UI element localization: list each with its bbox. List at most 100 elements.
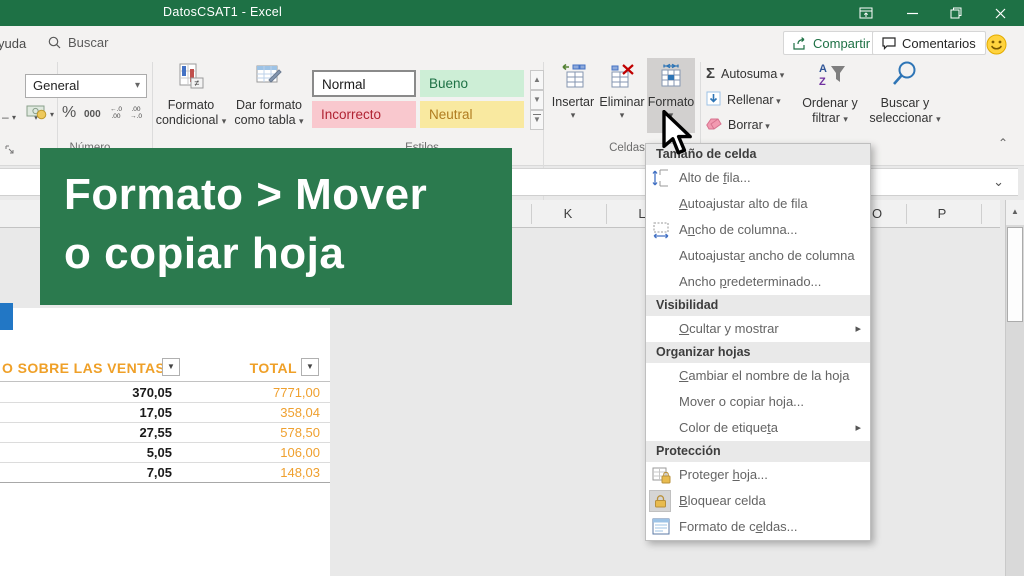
menu-section-header: Visibilidad (646, 295, 870, 316)
scrollbar-thumb[interactable] (1007, 227, 1023, 322)
number-format-value: General (33, 78, 79, 93)
collapse-ribbon-icon[interactable]: ⌃ (998, 136, 1008, 150)
menu-item-autoajustar-ancho[interactable]: Autoajustar ancho de columna (646, 243, 870, 269)
table-row[interactable]: 27,55 578,50 (0, 423, 330, 443)
menu-item-cambiar-nombre-hoja[interactable]: Cambiar el nombre de la hoja (646, 363, 870, 389)
cell-total[interactable]: 578,50 (228, 423, 320, 443)
cell-ventas[interactable]: 17,05 (60, 403, 172, 423)
conditional-formatting-button[interactable]: ≠ Formato condicional (152, 60, 230, 138)
clear-button[interactable]: Borrar (706, 117, 770, 133)
decrease-decimal-icon[interactable]: .00→.0 (126, 106, 146, 120)
comment-icon (882, 37, 896, 50)
minimize-button[interactable] (895, 0, 929, 26)
search-box[interactable]: Buscar (48, 35, 108, 50)
delete-cells-button[interactable]: Eliminar ▾ (598, 58, 646, 133)
ribbon-display-options-icon[interactable] (849, 0, 883, 26)
group-label-celdas: Celdas (605, 142, 649, 154)
svg-text:Z: Z (819, 76, 826, 88)
vertical-scrollbar[interactable]: ▲ (1005, 200, 1024, 576)
find-label-1: Buscar y (881, 96, 930, 110)
format-label: Formato (648, 95, 695, 109)
tab-ayuda-partial[interactable]: yuda (0, 36, 26, 51)
window-title: DatosCSAT1 - Excel (163, 5, 282, 19)
menu-item-mover-o-copiar-hoja[interactable]: Mover o copiar hoja... (646, 389, 870, 415)
find-select-button[interactable]: Buscar y seleccionar (866, 58, 944, 136)
comments-label: Comentarios (902, 36, 976, 51)
menu-item-proteger-hoja[interactable]: Proteger hoja... (646, 462, 870, 488)
caret-icon[interactable]: ▾ (50, 110, 54, 119)
restore-button[interactable] (939, 0, 973, 26)
fill-down-icon (706, 91, 721, 109)
cell-ventas[interactable]: 5,05 (60, 443, 172, 463)
menu-item-ancho-predeterminado[interactable]: Ancho predeterminado... (646, 269, 870, 295)
column-header-k[interactable]: K (559, 206, 577, 221)
table-row[interactable]: 7,05 148,03 (0, 463, 330, 483)
magnifier-icon (866, 60, 944, 92)
banner-line-1: Formato > Mover (64, 170, 427, 219)
share-button[interactable]: Compartir (783, 31, 880, 55)
increase-decimal-icon[interactable]: ←.0.00 (106, 106, 126, 120)
fill-button[interactable]: Rellenar (706, 91, 781, 109)
menu-item-color-de-etiqueta[interactable]: Color de etiqueta (646, 415, 870, 441)
filter-dropdown-icon[interactable]: ▼ (162, 358, 180, 376)
eraser-icon (706, 117, 722, 133)
number-dialog-launcher-icon[interactable] (5, 142, 15, 160)
cell-total[interactable]: 7771,00 (228, 383, 320, 403)
format-dropdown-menu: Tamaño de celda Alto de fila... Autoajus… (645, 143, 871, 541)
svg-text:A: A (819, 63, 827, 75)
cell-ventas[interactable]: 370,05 (60, 383, 172, 403)
style-chip-neutral[interactable]: Neutral (420, 101, 524, 128)
close-button[interactable] (983, 0, 1017, 26)
table-header-ventas[interactable]: O SOBRE LAS VENTAS (2, 360, 165, 376)
styles-more-icon[interactable]: ▼ (530, 110, 544, 130)
table-row[interactable]: 17,05 358,04 (0, 403, 330, 423)
caret-icon: ▾ (549, 110, 597, 121)
mouse-cursor (661, 110, 695, 163)
style-chip-normal[interactable]: Normal (312, 70, 416, 97)
scroll-up-icon[interactable]: ▲ (1006, 200, 1024, 225)
sort-label-1: Ordenar y (802, 96, 858, 110)
lock-cell-icon (649, 490, 671, 512)
menu-item-ancho-de-columna[interactable]: Ancho de columna... (646, 217, 870, 243)
filter-dropdown-icon[interactable]: ▼ (301, 358, 319, 376)
column-header-p[interactable]: P (933, 206, 951, 221)
sort-filter-button[interactable]: AZ Ordenar y filtrar (791, 58, 869, 136)
merge-center-fragment[interactable]: – (2, 110, 9, 124)
menu-item-alto-de-fila[interactable]: Alto de fila... (646, 165, 870, 191)
styles-scroll-down-icon[interactable]: ▼ (530, 90, 544, 110)
comma-style-icon[interactable]: 000 (84, 109, 101, 120)
fill-label: Rellenar (727, 93, 781, 107)
blue-chart-fragment (0, 303, 13, 330)
cell-total[interactable]: 358,04 (228, 403, 320, 423)
tutorial-banner: Formato > Mover o copiar hoja (40, 148, 512, 305)
menu-item-autoajustar-alto[interactable]: Autoajustar alto de fila (646, 191, 870, 217)
format-table-label-1: Dar formato (236, 98, 302, 112)
table-header-total[interactable]: TOTAL (217, 360, 297, 376)
format-cells-dialog-icon (651, 517, 671, 546)
comments-button[interactable]: Comentarios (872, 31, 986, 55)
cell-total[interactable]: 148,03 (228, 463, 320, 483)
cell-ventas[interactable]: 27,55 (60, 423, 172, 443)
table-row[interactable]: 5,05 106,00 (0, 443, 330, 463)
autosum-button[interactable]: Σ Autosuma (706, 65, 784, 82)
delete-label: Eliminar (599, 95, 644, 109)
column-divider (531, 204, 532, 224)
cell-ventas[interactable]: 7,05 (60, 463, 172, 483)
number-format-select[interactable]: General (25, 74, 147, 98)
cell-total[interactable]: 106,00 (228, 443, 320, 463)
insert-cells-icon (549, 63, 597, 92)
insert-cells-button[interactable]: Insertar ▾ (549, 58, 597, 133)
menu-item-formato-de-celdas[interactable]: Formato de celdas... (646, 514, 870, 540)
percent-style-icon[interactable]: % (62, 104, 76, 122)
menu-item-bloquear-celda[interactable]: Bloquear celda (646, 488, 870, 514)
feedback-smiley-icon[interactable] (986, 34, 1007, 60)
styles-scroll-up-icon[interactable]: ▲ (530, 70, 544, 90)
style-chip-bueno[interactable]: Bueno (420, 70, 524, 97)
style-chip-incorrecto[interactable]: Incorrecto (312, 101, 416, 128)
currency-format-icon[interactable] (26, 104, 48, 125)
clear-label: Borrar (728, 118, 770, 132)
format-as-table-button[interactable]: Dar formato como tabla (230, 60, 308, 138)
table-row[interactable]: 370,05 7771,00 (0, 383, 330, 403)
formula-bar-expand-icon[interactable]: ⌄ (993, 174, 1004, 190)
menu-item-ocultar-y-mostrar[interactable]: Ocultar y mostrar (646, 316, 870, 342)
